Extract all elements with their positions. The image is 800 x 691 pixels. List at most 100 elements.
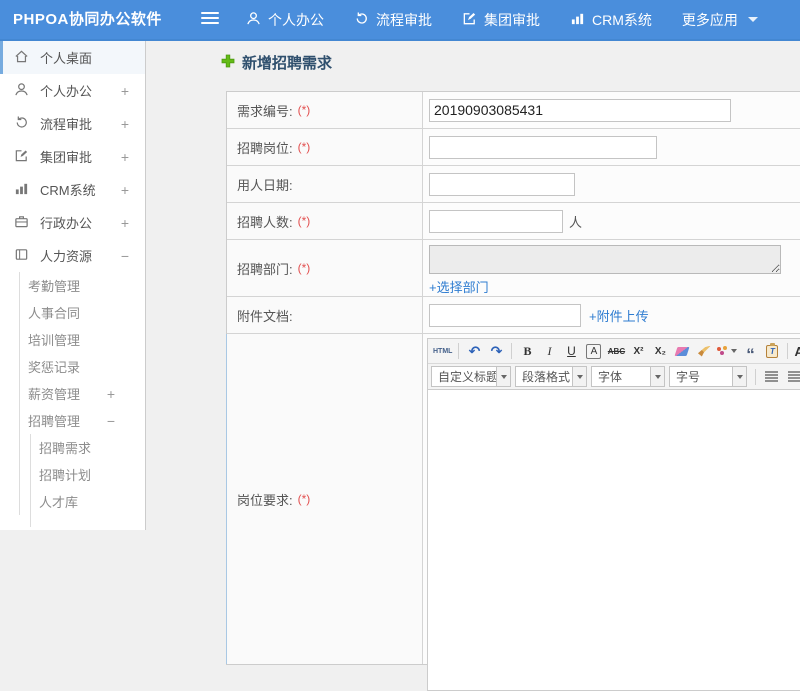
nav-label: CRM系统 — [592, 11, 652, 28]
caret-down-icon — [731, 349, 738, 353]
color-format-button[interactable] — [716, 341, 738, 361]
quick-format-button[interactable] — [694, 341, 714, 361]
nav-more-apps[interactable]: 更多应用 — [682, 10, 758, 30]
subscript-button[interactable]: X₂ — [650, 341, 670, 361]
sidebar-item-attendance[interactable]: 考勤管理 — [0, 272, 145, 299]
expand-icon[interactable]: + — [121, 149, 129, 165]
field-label: 招聘岗位: (*) — [227, 129, 423, 165]
caret-down-icon — [496, 367, 510, 386]
sidebar-item-hr-contract[interactable]: 人事合同 — [0, 299, 145, 326]
history-icon — [14, 115, 40, 133]
recruit-demand-form: 需求编号: (*) 招聘岗位: (*) 用人日期: — [226, 91, 800, 691]
sidebar-item-recruit-plan[interactable]: 招聘计划 — [0, 461, 145, 488]
collapse-icon[interactable]: − — [107, 413, 115, 429]
eraser-icon — [674, 346, 690, 356]
form-row-requirements: 岗位要求: (*) HTML ↶ ↷ B I U A ABC X² X₂ “ T… — [226, 334, 800, 691]
sidebar-item-salary[interactable]: 薪资管理 + — [0, 380, 145, 407]
required-marker: (*) — [297, 261, 311, 275]
align-left-button[interactable] — [761, 367, 782, 387]
brush-icon — [697, 345, 711, 357]
expand-icon[interactable]: + — [107, 386, 115, 402]
menu-toggle-icon[interactable] — [201, 12, 219, 27]
sub-item-label: 人才库 — [39, 495, 79, 510]
sidebar-item-talent-pool[interactable]: 人才库 — [0, 488, 145, 515]
heading-select[interactable]: 自定义标题 — [431, 366, 511, 387]
sidebar-item-recruitment[interactable]: 招聘管理 − — [0, 407, 145, 434]
field-label: 招聘人数: (*) — [227, 203, 423, 239]
underline-button[interactable]: U — [561, 341, 581, 361]
nav-group-approval[interactable]: 集团审批 — [462, 10, 540, 30]
demand-no-input[interactable] — [429, 98, 731, 122]
nav-label: 更多应用 — [681, 11, 738, 28]
redo-icon[interactable]: ↷ — [486, 341, 506, 361]
expand-icon[interactable]: + — [121, 83, 129, 99]
undo-icon[interactable]: ↶ — [464, 341, 484, 361]
user-icon — [14, 82, 40, 100]
sub-item-label: 考勤管理 — [28, 279, 81, 294]
nav-label: 个人办公 — [268, 11, 324, 28]
superscript-button[interactable]: X² — [628, 341, 648, 361]
plus-icon — [221, 54, 235, 72]
caret-down-icon — [572, 367, 586, 386]
headcount-input[interactable] — [429, 209, 563, 233]
sidebar-item-admin-office[interactable]: 行政办公 + — [0, 206, 145, 239]
bold-button[interactable]: B — [517, 341, 537, 361]
sidebar-item-label: CRM系统 — [40, 183, 96, 198]
editor-toolbar-row2: 自定义标题 段落格式 字体 字号 — [428, 364, 800, 390]
italic-button[interactable]: I — [539, 341, 559, 361]
field-label: 附件文档: — [227, 297, 423, 333]
expand-icon[interactable]: + — [121, 116, 129, 132]
sidebar-item-rewards[interactable]: 奖惩记录 — [0, 353, 145, 380]
hire-date-input[interactable] — [429, 172, 575, 196]
blockquote-button[interactable]: “ — [740, 341, 760, 363]
sub-item-label: 培训管理 — [28, 333, 81, 348]
sidebar-item-desktop[interactable]: 个人桌面 — [0, 41, 145, 74]
editor-content-area[interactable] — [428, 390, 800, 690]
strikethrough-button[interactable]: ABC — [606, 341, 626, 361]
page-title-text: 新增招聘需求 — [242, 55, 333, 72]
sidebar-item-group-approval[interactable]: 集团审批 + — [0, 140, 145, 173]
sidebar-item-recruit-demand[interactable]: 招聘需求 — [0, 434, 145, 461]
paste-format-button[interactable]: T — [762, 341, 782, 361]
org-icon — [14, 247, 40, 265]
font-size-select[interactable]: 字号 — [669, 366, 747, 387]
required-marker: (*) — [297, 140, 311, 154]
nav-personal-office[interactable]: 个人办公 — [246, 10, 324, 30]
font-style-button[interactable]: A — [586, 343, 602, 359]
align-center-button[interactable] — [784, 367, 800, 387]
sidebar-item-personal-office[interactable]: 个人办公 + — [0, 74, 145, 107]
required-marker: (*) — [297, 492, 311, 506]
field-label: 需求编号: (*) — [227, 92, 423, 128]
page-title: 新增招聘需求 — [221, 52, 332, 73]
remove-format-button[interactable] — [672, 341, 692, 361]
home-icon — [14, 49, 40, 67]
nav-label: 流程审批 — [376, 11, 432, 28]
paragraph-format-select[interactable]: 段落格式 — [515, 366, 587, 387]
sidebar-item-training[interactable]: 培训管理 — [0, 326, 145, 353]
attachment-input[interactable] — [429, 303, 581, 327]
font-color-button[interactable]: A — [793, 341, 800, 361]
nav-crm-system[interactable]: CRM系统 — [570, 10, 652, 30]
expand-icon[interactable]: + — [121, 215, 129, 231]
position-input[interactable] — [429, 135, 657, 159]
rich-text-editor: HTML ↶ ↷ B I U A ABC X² X₂ “ T A 自定义标题 段… — [427, 338, 800, 691]
sidebar-item-hr[interactable]: 人力资源 − — [0, 239, 145, 272]
expand-icon[interactable]: + — [121, 182, 129, 198]
department-textarea[interactable] — [429, 245, 781, 274]
field-label: 岗位要求: (*) — [227, 334, 423, 664]
select-department-link[interactable]: +选择部门 — [429, 277, 489, 296]
briefcase-icon — [14, 214, 40, 232]
sidebar-item-crm[interactable]: CRM系统 + — [0, 173, 145, 206]
align-center-icon — [788, 371, 800, 382]
editor-toolbar-row1: HTML ↶ ↷ B I U A ABC X² X₂ “ T A — [428, 339, 800, 364]
nav-workflow-approval[interactable]: 流程审批 — [354, 10, 432, 30]
html-source-button[interactable]: HTML — [432, 341, 453, 361]
palette-icon — [717, 346, 728, 356]
clipboard-icon: T — [766, 342, 779, 358]
attachment-upload-link[interactable]: +附件上传 — [589, 306, 649, 325]
font-family-select[interactable]: 字体 — [591, 366, 665, 387]
main-content: 新增招聘需求 需求编号: (*) 招聘岗位: (*) 用人日期: — [147, 41, 800, 691]
sub-item-label: 招聘需求 — [39, 441, 92, 456]
collapse-icon[interactable]: − — [121, 248, 129, 264]
sidebar-item-workflow-approval[interactable]: 流程审批 + — [0, 107, 145, 140]
